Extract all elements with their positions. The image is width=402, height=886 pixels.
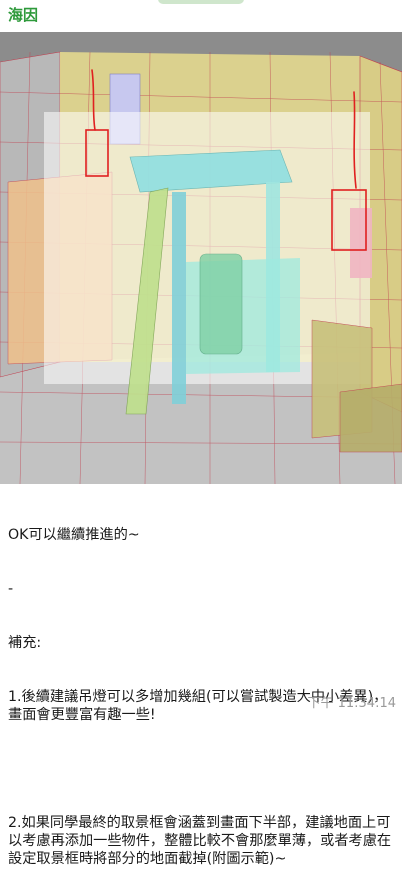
- message-text: OK可以繼續推進的~ - 補充: 1.後續建議吊燈可以多增加幾組(可以嘗試製造大…: [8, 490, 396, 886]
- pink-panel: [350, 208, 372, 278]
- sender-name: 海因: [8, 6, 39, 24]
- attached-image[interactable]: [0, 32, 402, 484]
- room-render: [0, 32, 402, 484]
- table-leg: [172, 192, 186, 404]
- message-line: 補充:: [8, 635, 42, 651]
- green-cylinder: [199, 253, 243, 355]
- message-line: OK可以繼續推進的~: [8, 527, 140, 543]
- message-line: -: [8, 581, 14, 597]
- olive-box-2: [339, 383, 402, 453]
- previous-bubble-edge: [158, 0, 244, 4]
- message-line: 2.如果同學最終的取景框會涵蓋到畫面下半部，建議地面上可以考慮再添加一些物件，整…: [8, 815, 392, 867]
- message-line: [8, 760, 396, 778]
- message-timestamp: 下午 11:34:14: [307, 696, 396, 711]
